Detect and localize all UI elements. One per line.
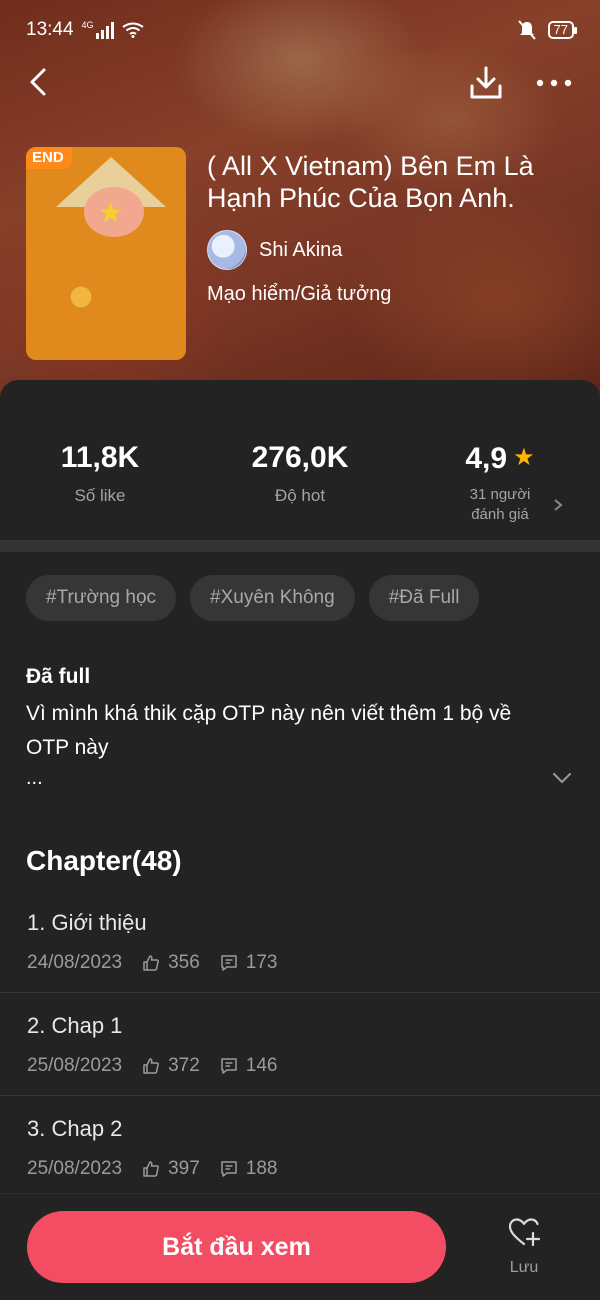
chapter-meta: 24/08/2023 356 173 xyxy=(27,952,278,974)
likes-stat: 11,8K Số like xyxy=(0,440,200,506)
start-reading-button[interactable]: Bắt đầu xem xyxy=(27,1211,446,1283)
chapter-comments: 173 xyxy=(245,952,278,973)
chapter-meta: 25/08/2023 397 188 xyxy=(27,1158,278,1180)
chapter-item[interactable]: 2. Chap 1 25/08/2023 372 146 xyxy=(0,993,600,1096)
wifi-icon xyxy=(121,22,144,38)
story-detail-panel: 11,8K Số like 276,0K Độ hot 4,9 ★ 31 ngườ… xyxy=(0,380,600,1300)
tag-chip[interactable]: #Trường học xyxy=(26,575,177,621)
signal-icon: 4G xyxy=(82,21,114,39)
save-label: Lưu xyxy=(509,1259,539,1276)
thumbs-up-icon xyxy=(143,955,160,971)
comment-icon xyxy=(221,1161,237,1177)
star-icon: ★ xyxy=(513,444,535,471)
rating-stat[interactable]: 4,9 ★ 31 người đánh giá xyxy=(400,440,600,525)
status-bar: 13:44 4G 77 xyxy=(0,0,600,60)
chapter-date: 25/08/2023 xyxy=(27,1055,123,1076)
description-heading: Đã full xyxy=(26,665,91,688)
chapter-likes: 356 xyxy=(168,952,200,973)
story-cover: ★ END xyxy=(26,147,186,360)
chapter-date: 24/08/2023 xyxy=(27,952,123,973)
network-type: 4G xyxy=(81,20,94,30)
chapter-likes: 372 xyxy=(168,1055,200,1076)
tag-list: #Trường học #Xuyên Không #Đã Full xyxy=(26,575,480,621)
story-header: 13:44 4G 77 ★ END (All X Vietnam) Bên E… xyxy=(0,0,600,410)
thumbs-up-icon xyxy=(143,1058,160,1074)
chapter-list: 1. Giới thiệu 24/08/2023 356 173 2. Chap… xyxy=(0,890,600,1199)
chapter-date: 25/08/2023 xyxy=(27,1158,123,1179)
chapter-meta: 25/08/2023 372 146 xyxy=(27,1055,278,1077)
hot-value: 276,0K xyxy=(251,441,349,474)
chapter-heading: Chapter(48) xyxy=(26,845,182,876)
chapter-title[interactable]: 1. Giới thiệu xyxy=(27,910,147,936)
hot-stat: 276,0K Độ hot xyxy=(200,440,400,506)
description-text: Vì mình khá thik cặp OTP này nên viết th… xyxy=(26,702,512,759)
status-time: 13:44 xyxy=(26,19,74,40)
story-genre: Mạo hiểm/Giả tưởng xyxy=(207,283,392,305)
stats-row: 11,8K Số like 276,0K Độ hot 4,9 ★ 31 ngườ… xyxy=(0,380,600,540)
bottom-action-bar: Bắt đầu xem Lưu xyxy=(0,1193,600,1300)
download-icon[interactable] xyxy=(468,64,504,102)
likes-label: Số like xyxy=(74,486,126,505)
more-icon[interactable] xyxy=(534,66,574,100)
tag-chip[interactable]: #Xuyên Không xyxy=(190,575,355,621)
chapter-title[interactable]: 3. Chap 2 xyxy=(27,1116,122,1142)
chevron-right-icon[interactable] xyxy=(551,498,565,512)
heart-plus-icon[interactable] xyxy=(507,1216,541,1248)
chapter-comments: 188 xyxy=(245,1158,278,1179)
section-divider xyxy=(0,540,600,552)
chapter-comments: 146 xyxy=(245,1055,278,1076)
chapter-likes: 397 xyxy=(168,1158,200,1179)
rating-value: 4,9 xyxy=(465,442,508,475)
battery-indicator: 77 xyxy=(547,21,578,39)
tag-chip[interactable]: #Đã Full xyxy=(368,575,480,621)
likes-value: 11,8K xyxy=(60,441,140,474)
avatar[interactable] xyxy=(207,230,247,270)
rating-count-label: 31 người xyxy=(469,486,531,503)
rating-count-label-2: đánh giá xyxy=(471,506,529,523)
comment-icon xyxy=(221,1058,237,1074)
thumbs-up-icon xyxy=(143,1161,160,1177)
description-ellipsis: ... xyxy=(26,767,43,789)
chapter-title[interactable]: 2. Chap 1 xyxy=(27,1013,122,1039)
author-link[interactable]: Shi Akina xyxy=(207,230,342,270)
author-name[interactable]: Shi Akina xyxy=(259,239,342,262)
hot-label: Độ hot xyxy=(274,486,326,505)
chevron-down-icon[interactable] xyxy=(551,771,573,785)
mute-icon xyxy=(517,20,536,40)
save-button[interactable]: Lưu xyxy=(494,1216,554,1277)
back-arrow-icon[interactable] xyxy=(24,64,60,100)
chapter-item[interactable]: 1. Giới thiệu 24/08/2023 356 173 xyxy=(0,890,600,993)
story-title: ( All X Vietnam) Bên Em Là Hạnh Phúc Của… xyxy=(207,151,534,213)
comment-icon xyxy=(221,955,237,971)
end-badge: END xyxy=(26,147,72,169)
chapter-item[interactable]: 3. Chap 2 25/08/2023 397 188 xyxy=(0,1096,600,1199)
